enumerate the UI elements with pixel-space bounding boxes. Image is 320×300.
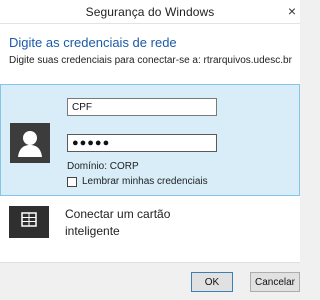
password-field[interactable] xyxy=(67,134,217,152)
window-title: Segurança do Windows xyxy=(85,5,215,19)
smartcard-label: Conectar um cartão inteligente xyxy=(65,207,171,238)
close-icon[interactable]: × xyxy=(284,0,300,22)
credential-tile[interactable]: Domínio: CORP Lembrar minhas credenciais xyxy=(0,84,300,196)
smartcard-option[interactable]: Conectar um cartão inteligente xyxy=(9,202,289,242)
dialog-content: Digite as credenciais de rede Digite sua… xyxy=(0,24,300,262)
dialog-subtext: Digite suas credenciais para conectar-se… xyxy=(9,55,292,66)
button-bar: OK Cancelar xyxy=(0,262,300,300)
smartcard-icon xyxy=(9,206,49,238)
dialog-heading: Digite as credenciais de rede xyxy=(9,35,177,50)
remember-credentials-checkbox[interactable]: Lembrar minhas credenciais xyxy=(67,176,208,187)
username-field[interactable] xyxy=(67,98,217,116)
cancel-button[interactable]: Cancelar xyxy=(250,272,300,292)
remember-credentials-label: Lembrar minhas credenciais xyxy=(82,176,208,187)
domain-label: Domínio: CORP xyxy=(67,161,139,172)
ok-button[interactable]: OK xyxy=(191,272,233,292)
checkbox-box[interactable] xyxy=(67,176,77,187)
user-icon xyxy=(10,123,50,163)
title-bar: Segurança do Windows × xyxy=(0,0,300,24)
